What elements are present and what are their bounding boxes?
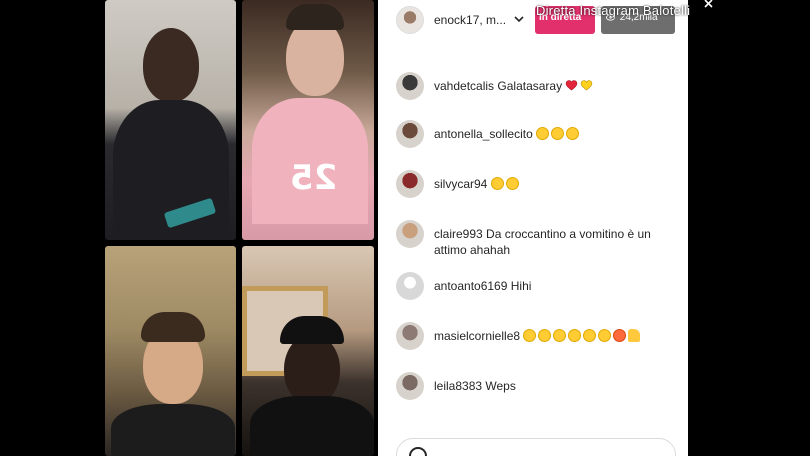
participant-body <box>250 396 374 456</box>
laughing-emoji-icon <box>551 127 565 140</box>
comment-input[interactable] <box>396 438 676 456</box>
comment-message: Weps <box>485 379 516 393</box>
rofl-emoji-icon <box>596 326 614 345</box>
commenter-avatar[interactable] <box>396 272 424 300</box>
rofl-emoji-icon <box>521 326 539 345</box>
video-tile-4[interactable] <box>242 246 374 456</box>
cap-shape <box>280 316 344 344</box>
comment-row[interactable]: silvycar94 <box>396 168 686 200</box>
close-icon[interactable] <box>700 0 720 10</box>
live-panel: enock17, m... In diretta 24,2mila vahdet… <box>378 0 688 456</box>
rofl-emoji-icon <box>503 174 522 193</box>
commenter-avatar[interactable] <box>396 322 424 350</box>
rofl-emoji-icon <box>536 326 554 345</box>
comment-message: Hihi <box>510 279 532 293</box>
comment-text: vahdetcalis Galatasaray <box>434 78 679 94</box>
participant-body <box>111 404 235 456</box>
comment-username[interactable]: antonella_sollecito <box>434 127 533 141</box>
video-grid: 25 <box>100 0 374 456</box>
comment-row[interactable]: claire993 Da croccantino a vomitino è un… <box>396 218 686 257</box>
participant-hair <box>286 4 344 30</box>
rofl-emoji-icon <box>581 326 599 345</box>
comment-text: antonella_sollecito <box>434 126 679 142</box>
yellow-heart-icon <box>581 80 593 91</box>
chevron-down-icon[interactable] <box>512 12 526 26</box>
comment-text: leila8383 Weps <box>434 378 679 394</box>
comment-row[interactable]: masielcornielle8 <box>396 320 686 352</box>
commenter-avatar[interactable] <box>396 72 424 100</box>
host-username[interactable]: enock17, m... <box>434 13 506 27</box>
comment-username[interactable]: antoanto6169 <box>434 279 507 293</box>
comment-username[interactable]: masielcornielle8 <box>434 329 520 343</box>
comment-text: silvycar94 <box>434 174 679 193</box>
commenter-avatar[interactable] <box>396 170 424 198</box>
comment-row[interactable]: vahdetcalis Galatasaray <box>396 70 686 102</box>
laughing-emoji-icon <box>536 127 550 140</box>
comment-text: masielcornielle8 <box>434 326 679 345</box>
shirt-print: 25 <box>290 158 338 198</box>
comment-username[interactable]: silvycar94 <box>434 177 487 191</box>
comment-username[interactable]: leila8383 <box>434 379 482 393</box>
angry-face-icon <box>613 329 627 342</box>
comment-row[interactable]: antonella_sollecito <box>396 118 686 150</box>
participant-face <box>284 334 340 404</box>
commenter-avatar[interactable] <box>396 120 424 148</box>
comment-username[interactable]: vahdetcalis <box>434 79 494 93</box>
laughing-emoji-icon <box>568 329 582 342</box>
comment-text: antoanto6169 Hihi <box>434 278 679 294</box>
comment-text: claire993 Da croccantino a vomitino è un… <box>434 226 679 258</box>
rofl-emoji-icon <box>488 174 507 193</box>
comment-message: Galatasaray <box>497 79 563 93</box>
red-heart-icon <box>566 80 578 91</box>
overlay-title: Diretta Instagram Balotelli <box>536 3 691 18</box>
commenter-avatar[interactable] <box>396 372 424 400</box>
rofl-emoji-icon <box>551 326 569 345</box>
camera-icon[interactable] <box>409 447 427 456</box>
commenter-avatar[interactable] <box>396 220 424 248</box>
host-avatar[interactable] <box>396 6 424 34</box>
comment-row[interactable]: antoanto6169 Hihi <box>396 270 686 302</box>
video-tile-3[interactable] <box>105 246 236 456</box>
participant-face <box>143 28 199 102</box>
video-tile-1[interactable] <box>105 0 236 240</box>
laughing-emoji-icon <box>566 127 580 140</box>
participant-hair <box>141 312 205 342</box>
comment-row[interactable]: leila8383 Weps <box>396 370 686 402</box>
video-tile-2[interactable]: 25 <box>242 0 374 240</box>
comment-username[interactable]: claire993 <box>434 227 483 241</box>
thumbs-up-icon <box>628 329 641 342</box>
